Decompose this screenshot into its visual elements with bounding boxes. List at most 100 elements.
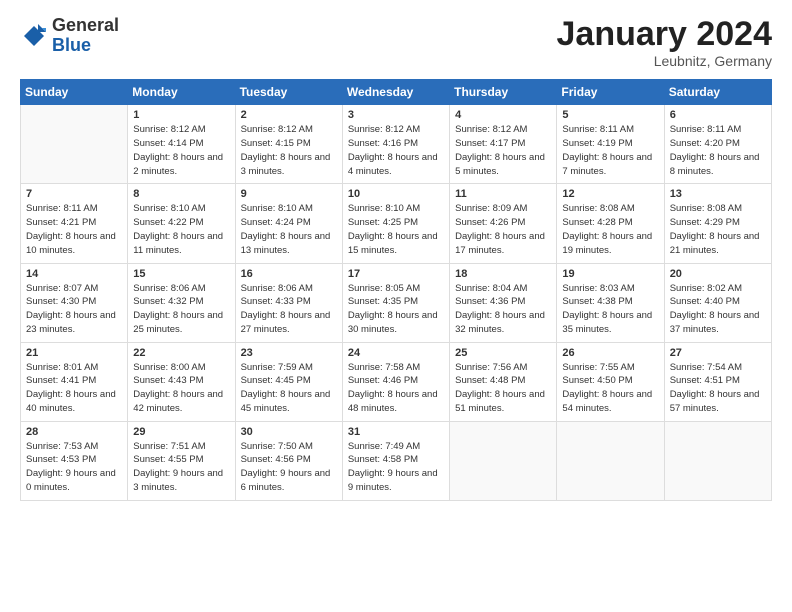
day-cell: 10Sunrise: 8:10 AMSunset: 4:25 PMDayligh… (342, 184, 449, 263)
day-cell: 23 Sunrise: 7:59 AMSunset: 4:45 PMDayligh… (235, 342, 342, 421)
day-number: 14 (26, 268, 122, 280)
day-number: 17 (348, 268, 444, 280)
day-cell: 22 Sunrise: 8:00 AMSunset: 4:43 PMDayligh… (128, 342, 235, 421)
day-detail: Sunrise: 8:01 AMSunset: 4:41 PMDaylight:… (26, 362, 116, 414)
logo-icon (20, 22, 48, 50)
day-detail: Sunrise: 8:10 AMSunset: 4:24 PMDaylight:… (241, 203, 331, 255)
day-detail: Sunrise: 8:11 AMSunset: 4:20 PMDaylight:… (670, 124, 760, 176)
day-cell: 24Sunrise: 7:58 AMSunset: 4:46 PMDayligh… (342, 342, 449, 421)
day-detail: Sunrise: 8:12 AMSunset: 4:15 PMDaylight:… (241, 124, 331, 176)
day-cell (664, 421, 771, 500)
day-number: 6 (670, 109, 766, 121)
day-number: 25 (455, 347, 551, 359)
day-detail: Sunrise: 8:12 AMSunset: 4:17 PMDaylight:… (455, 124, 545, 176)
day-detail: Sunrise: 8:02 AMSunset: 4:40 PMDaylight:… (670, 283, 760, 335)
week-row-4: 28Sunrise: 7:53 AMSunset: 4:53 PMDayligh… (21, 421, 772, 500)
day-detail: Sunrise: 7:58 AMSunset: 4:46 PMDaylight:… (348, 362, 438, 414)
day-detail: Sunrise: 8:09 AMSunset: 4:26 PMDaylight:… (455, 203, 545, 255)
day-number: 29 (133, 426, 229, 438)
day-detail: Sunrise: 7:53 AMSunset: 4:53 PMDaylight:… (26, 441, 116, 493)
day-detail: Sunrise: 7:59 AMSunset: 4:45 PMDaylight:… (241, 362, 331, 414)
day-cell: 12Sunrise: 8:08 AMSunset: 4:28 PMDayligh… (557, 184, 664, 263)
week-row-2: 14 Sunrise: 8:07 AMSunset: 4:30 PMDayligh… (21, 263, 772, 342)
day-detail: Sunrise: 8:05 AMSunset: 4:35 PMDaylight:… (348, 283, 438, 335)
day-detail: Sunrise: 7:51 AMSunset: 4:55 PMDaylight:… (133, 441, 223, 493)
day-cell: 9 Sunrise: 8:10 AMSunset: 4:24 PMDaylight… (235, 184, 342, 263)
col-friday: Friday (557, 80, 664, 105)
day-cell (21, 105, 128, 184)
day-detail: Sunrise: 8:06 AMSunset: 4:33 PMDaylight:… (241, 283, 331, 335)
day-cell: 15Sunrise: 8:06 AMSunset: 4:32 PMDayligh… (128, 263, 235, 342)
logo: General Blue (20, 16, 119, 56)
day-cell: 28Sunrise: 7:53 AMSunset: 4:53 PMDayligh… (21, 421, 128, 500)
title-block: January 2024 Leubnitz, Germany (557, 16, 773, 69)
day-detail: Sunrise: 7:56 AMSunset: 4:48 PMDaylight:… (455, 362, 545, 414)
day-number: 5 (562, 109, 658, 121)
day-detail: Sunrise: 8:12 AMSunset: 4:14 PMDaylight:… (133, 124, 223, 176)
day-cell: 4 Sunrise: 8:12 AMSunset: 4:17 PMDaylight… (450, 105, 557, 184)
day-cell: 30 Sunrise: 7:50 AMSunset: 4:56 PMDayligh… (235, 421, 342, 500)
day-cell (450, 421, 557, 500)
day-cell: 27 Sunrise: 7:54 AMSunset: 4:51 PMDayligh… (664, 342, 771, 421)
day-number: 22 (133, 347, 229, 359)
day-number: 20 (670, 268, 766, 280)
day-number: 9 (241, 188, 337, 200)
col-wednesday: Wednesday (342, 80, 449, 105)
day-detail: Sunrise: 8:03 AMSunset: 4:38 PMDaylight:… (562, 283, 652, 335)
week-row-0: 1 Sunrise: 8:12 AMSunset: 4:14 PMDaylight… (21, 105, 772, 184)
day-number: 31 (348, 426, 444, 438)
day-cell: 3 Sunrise: 8:12 AMSunset: 4:16 PMDaylight… (342, 105, 449, 184)
day-cell: 14 Sunrise: 8:07 AMSunset: 4:30 PMDayligh… (21, 263, 128, 342)
day-number: 7 (26, 188, 122, 200)
day-cell: 25 Sunrise: 7:56 AMSunset: 4:48 PMDayligh… (450, 342, 557, 421)
col-thursday: Thursday (450, 80, 557, 105)
col-sunday: Sunday (21, 80, 128, 105)
day-number: 30 (241, 426, 337, 438)
col-tuesday: Tuesday (235, 80, 342, 105)
day-detail: Sunrise: 7:50 AMSunset: 4:56 PMDaylight:… (241, 441, 331, 493)
day-number: 19 (562, 268, 658, 280)
day-cell: 1 Sunrise: 8:12 AMSunset: 4:14 PMDaylight… (128, 105, 235, 184)
day-cell: 21 Sunrise: 8:01 AMSunset: 4:41 PMDayligh… (21, 342, 128, 421)
day-detail: Sunrise: 8:04 AMSunset: 4:36 PMDaylight:… (455, 283, 545, 335)
col-monday: Monday (128, 80, 235, 105)
day-number: 27 (670, 347, 766, 359)
day-cell: 17 Sunrise: 8:05 AMSunset: 4:35 PMDayligh… (342, 263, 449, 342)
day-number: 4 (455, 109, 551, 121)
day-detail: Sunrise: 8:08 AMSunset: 4:29 PMDaylight:… (670, 203, 760, 255)
day-detail: Sunrise: 8:11 AMSunset: 4:21 PMDaylight:… (26, 203, 116, 255)
day-number: 2 (241, 109, 337, 121)
day-cell: 18Sunrise: 8:04 AMSunset: 4:36 PMDayligh… (450, 263, 557, 342)
day-cell: 16Sunrise: 8:06 AMSunset: 4:33 PMDayligh… (235, 263, 342, 342)
day-cell: 6 Sunrise: 8:11 AMSunset: 4:20 PMDaylight… (664, 105, 771, 184)
day-detail: Sunrise: 8:07 AMSunset: 4:30 PMDaylight:… (26, 283, 116, 335)
day-detail: Sunrise: 8:12 AMSunset: 4:16 PMDaylight:… (348, 124, 438, 176)
header: General Blue January 2024 Leubnitz, Germ… (20, 16, 772, 69)
day-cell: 5 Sunrise: 8:11 AMSunset: 4:19 PMDaylight… (557, 105, 664, 184)
day-cell (557, 421, 664, 500)
day-number: 11 (455, 188, 551, 200)
day-detail: Sunrise: 7:55 AMSunset: 4:50 PMDaylight:… (562, 362, 652, 414)
day-cell: 7 Sunrise: 8:11 AMSunset: 4:21 PMDaylight… (21, 184, 128, 263)
week-row-3: 21 Sunrise: 8:01 AMSunset: 4:41 PMDayligh… (21, 342, 772, 421)
day-number: 12 (562, 188, 658, 200)
day-detail: Sunrise: 8:11 AMSunset: 4:19 PMDaylight:… (562, 124, 652, 176)
day-number: 8 (133, 188, 229, 200)
logo-general-text: General (52, 15, 119, 35)
day-detail: Sunrise: 7:54 AMSunset: 4:51 PMDaylight:… (670, 362, 760, 414)
day-number: 3 (348, 109, 444, 121)
day-cell: 2 Sunrise: 8:12 AMSunset: 4:15 PMDaylight… (235, 105, 342, 184)
day-number: 15 (133, 268, 229, 280)
location: Leubnitz, Germany (557, 53, 773, 69)
day-cell: 20 Sunrise: 8:02 AMSunset: 4:40 PMDayligh… (664, 263, 771, 342)
day-number: 21 (26, 347, 122, 359)
day-detail: Sunrise: 8:00 AMSunset: 4:43 PMDaylight:… (133, 362, 223, 414)
day-cell: 19 Sunrise: 8:03 AMSunset: 4:38 PMDayligh… (557, 263, 664, 342)
day-cell: 26Sunrise: 7:55 AMSunset: 4:50 PMDayligh… (557, 342, 664, 421)
header-row: Sunday Monday Tuesday Wednesday Thursday… (21, 80, 772, 105)
day-number: 23 (241, 347, 337, 359)
day-number: 1 (133, 109, 229, 121)
day-cell: 11 Sunrise: 8:09 AMSunset: 4:26 PMDayligh… (450, 184, 557, 263)
day-cell: 31Sunrise: 7:49 AMSunset: 4:58 PMDayligh… (342, 421, 449, 500)
day-detail: Sunrise: 8:10 AMSunset: 4:25 PMDaylight:… (348, 203, 438, 255)
